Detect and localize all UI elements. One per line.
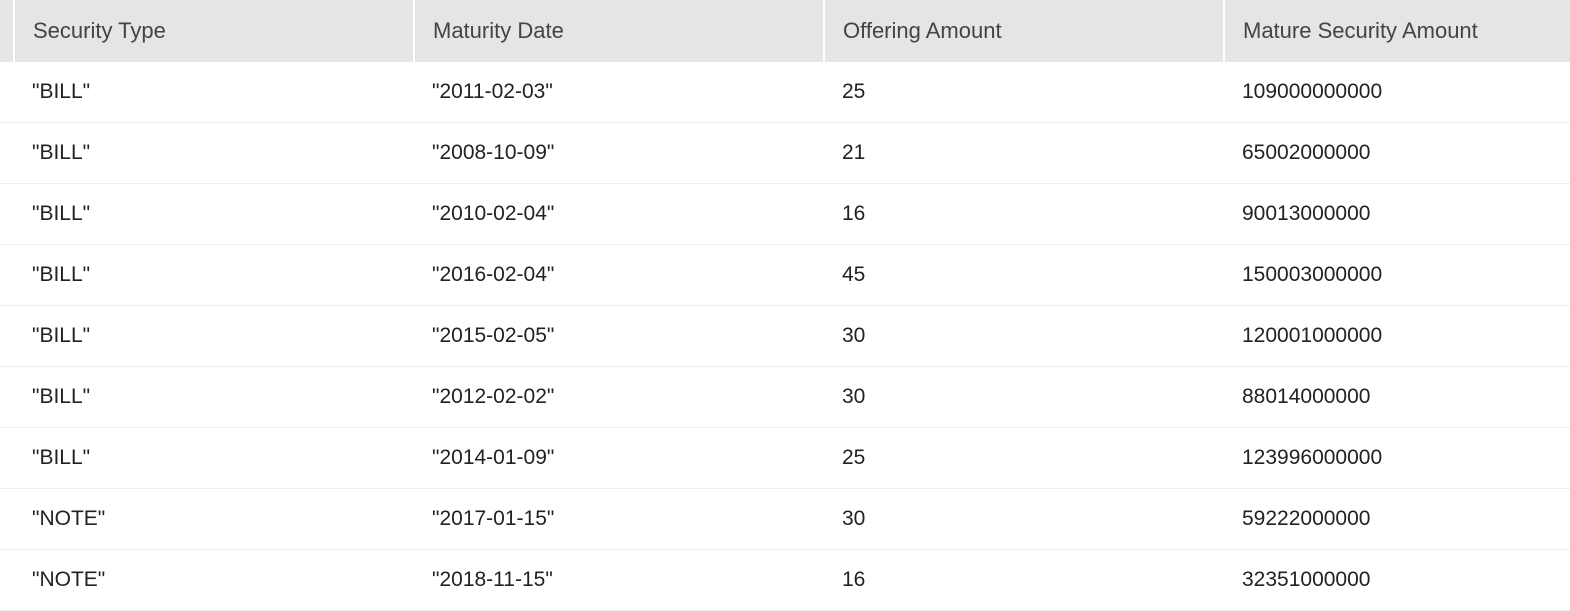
cell-maturity-date: "2010-02-04" <box>414 184 824 245</box>
cell-security-type: "BILL" <box>14 428 414 489</box>
cell-mature-amount: 88014000000 <box>1224 367 1570 428</box>
cell-offering-amount: 16 <box>824 550 1224 611</box>
cell-security-type: "BILL" <box>14 62 414 123</box>
cell-offering-amount: 30 <box>824 306 1224 367</box>
row-sliver <box>0 550 14 611</box>
cell-security-type: "NOTE" <box>14 550 414 611</box>
cell-offering-amount: 21 <box>824 123 1224 184</box>
col-header-mature-amount[interactable]: Mature Security Amount <box>1224 0 1570 62</box>
cell-offering-amount: 30 <box>824 489 1224 550</box>
table-row: "BILL""2010-02-04"1690013000000 <box>0 184 1570 245</box>
cell-maturity-date: "2018-11-15" <box>414 550 824 611</box>
header-sliver <box>0 0 14 62</box>
cell-mature-amount: 150003000000 <box>1224 245 1570 306</box>
cell-mature-amount: 90013000000 <box>1224 184 1570 245</box>
cell-security-type: "BILL" <box>14 245 414 306</box>
cell-maturity-date: "2017-01-15" <box>414 489 824 550</box>
cell-security-type: "BILL" <box>14 123 414 184</box>
col-header-maturity-date[interactable]: Maturity Date <box>414 0 824 62</box>
table-row: "BILL""2015-02-05"30120001000000 <box>0 306 1570 367</box>
cell-mature-amount: 59222000000 <box>1224 489 1570 550</box>
row-sliver <box>0 367 14 428</box>
cell-maturity-date: "2012-02-02" <box>414 367 824 428</box>
cell-offering-amount: 25 <box>824 428 1224 489</box>
table-row: "BILL""2008-10-09"2165002000000 <box>0 123 1570 184</box>
cell-mature-amount: 123996000000 <box>1224 428 1570 489</box>
table-row: "NOTE""2017-01-15"3059222000000 <box>0 489 1570 550</box>
row-sliver <box>0 123 14 184</box>
cell-maturity-date: "2014-01-09" <box>414 428 824 489</box>
table-row: "BILL""2016-02-04"45150003000000 <box>0 245 1570 306</box>
cell-mature-amount: 32351000000 <box>1224 550 1570 611</box>
table-row: "BILL""2012-02-02"3088014000000 <box>0 367 1570 428</box>
cell-maturity-date: "2011-02-03" <box>414 62 824 123</box>
cell-offering-amount: 30 <box>824 367 1224 428</box>
cell-maturity-date: "2015-02-05" <box>414 306 824 367</box>
cell-maturity-date: "2008-10-09" <box>414 123 824 184</box>
row-sliver <box>0 245 14 306</box>
cell-mature-amount: 109000000000 <box>1224 62 1570 123</box>
cell-offering-amount: 25 <box>824 62 1224 123</box>
table-header-row: Security Type Maturity Date Offering Amo… <box>0 0 1570 62</box>
cell-mature-amount: 120001000000 <box>1224 306 1570 367</box>
table-row: "NOTE""2018-11-15"1632351000000 <box>0 550 1570 611</box>
cell-offering-amount: 45 <box>824 245 1224 306</box>
cell-security-type: "BILL" <box>14 184 414 245</box>
cell-mature-amount: 65002000000 <box>1224 123 1570 184</box>
securities-table: Security Type Maturity Date Offering Amo… <box>0 0 1570 611</box>
cell-security-type: "BILL" <box>14 306 414 367</box>
cell-security-type: "NOTE" <box>14 489 414 550</box>
row-sliver <box>0 306 14 367</box>
cell-maturity-date: "2016-02-04" <box>414 245 824 306</box>
col-header-security-type[interactable]: Security Type <box>14 0 414 62</box>
row-sliver <box>0 62 14 123</box>
row-sliver <box>0 428 14 489</box>
col-header-offering-amount[interactable]: Offering Amount <box>824 0 1224 62</box>
row-sliver <box>0 184 14 245</box>
cell-offering-amount: 16 <box>824 184 1224 245</box>
cell-security-type: "BILL" <box>14 367 414 428</box>
table-row: "BILL""2011-02-03"25109000000000 <box>0 62 1570 123</box>
table-row: "BILL""2014-01-09"25123996000000 <box>0 428 1570 489</box>
row-sliver <box>0 489 14 550</box>
